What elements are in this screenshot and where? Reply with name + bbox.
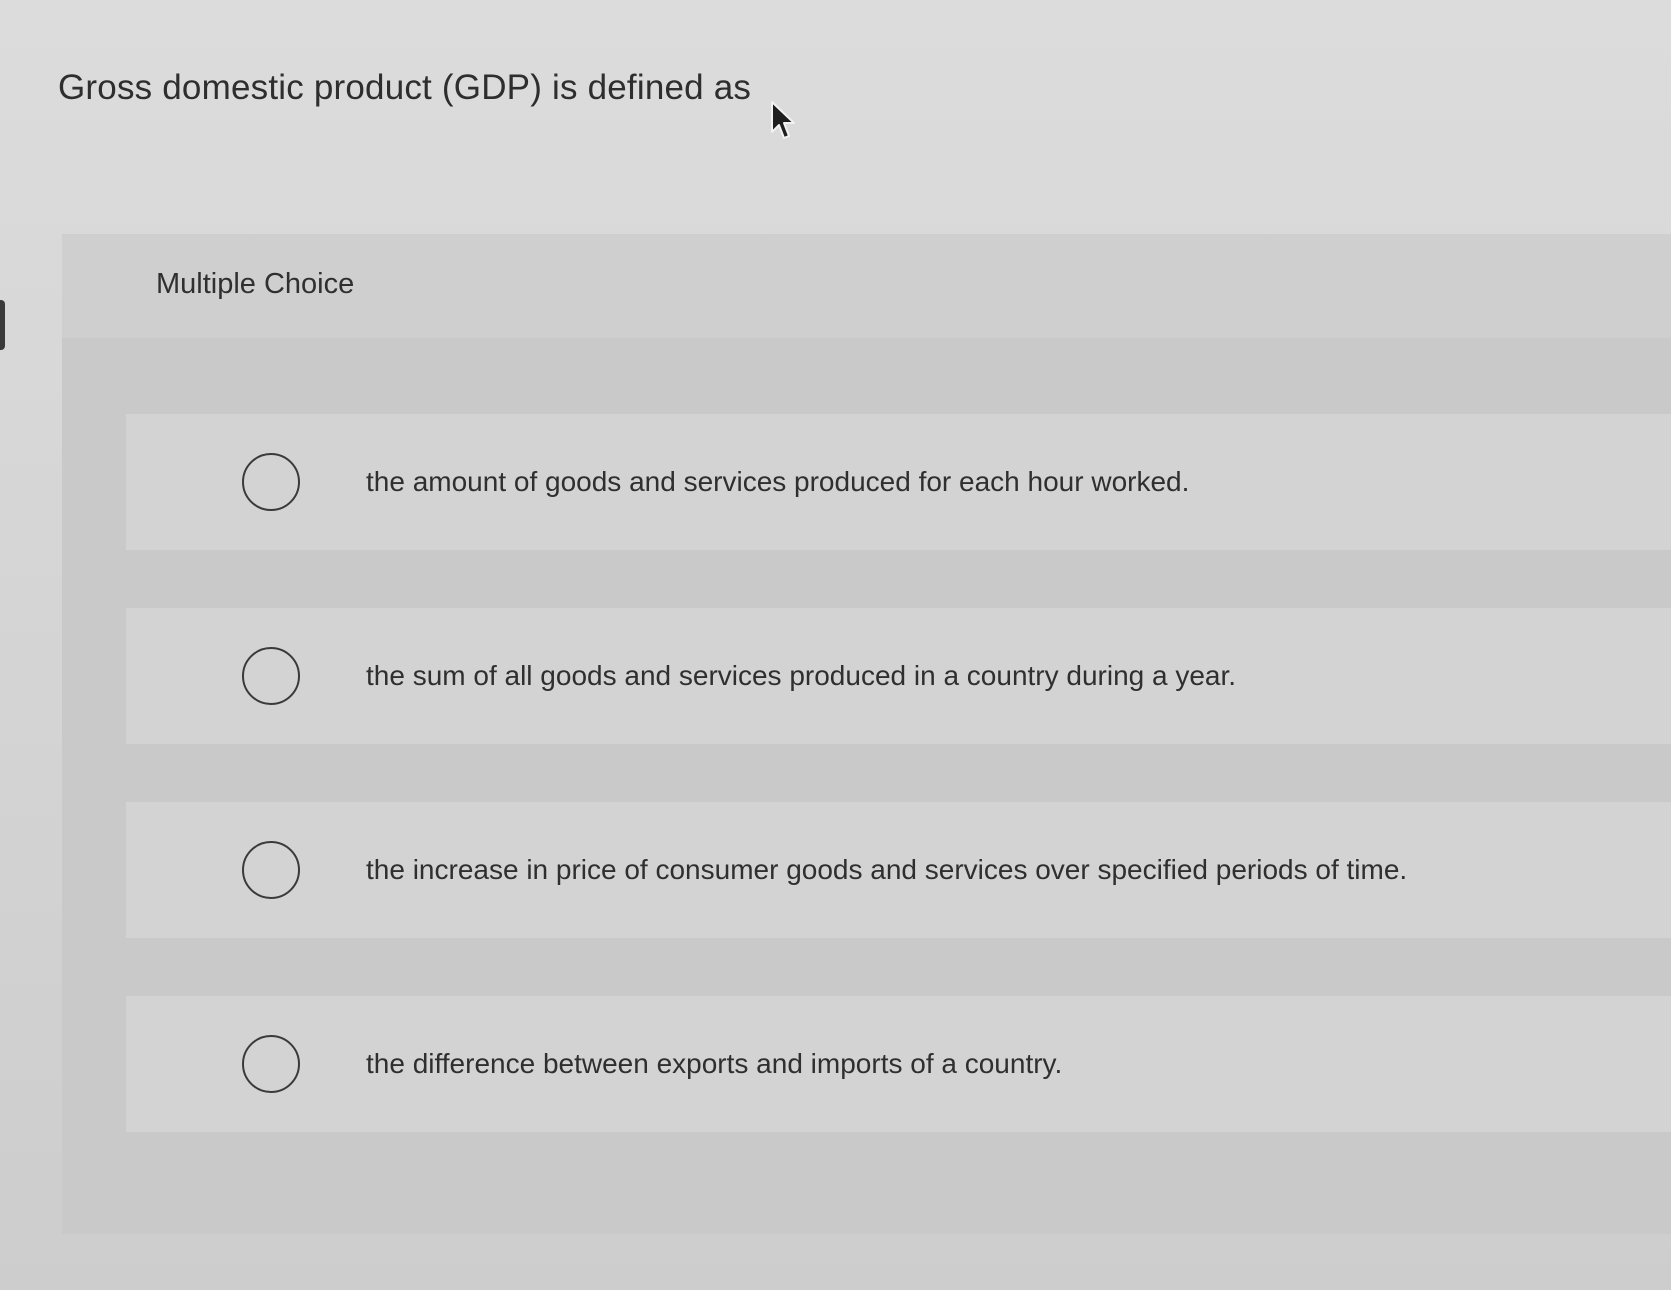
panel-header: Multiple Choice xyxy=(62,234,1671,338)
panel-title: Multiple Choice xyxy=(156,268,355,300)
multiple-choice-panel: Multiple Choice the amount of goods and … xyxy=(62,234,1671,1234)
answer-options: the amount of goods and services produce… xyxy=(126,414,1671,1190)
window-edge xyxy=(0,300,5,350)
answer-option-3[interactable]: the increase in price of consumer goods … xyxy=(126,802,1671,938)
radio-button-icon[interactable] xyxy=(242,1035,300,1093)
question-text: Gross domestic product (GDP) is defined … xyxy=(58,68,752,107)
answer-option-label[interactable]: the amount of goods and services produce… xyxy=(366,466,1189,498)
radio-button-icon[interactable] xyxy=(242,453,300,511)
answer-option-1[interactable]: the amount of goods and services produce… xyxy=(126,414,1671,550)
answer-option-4[interactable]: the difference between exports and impor… xyxy=(126,996,1671,1132)
answer-option-label[interactable]: the increase in price of consumer goods … xyxy=(366,854,1407,886)
mouse-pointer-icon xyxy=(771,101,795,139)
radio-button-icon[interactable] xyxy=(242,647,300,705)
answer-option-2[interactable]: the sum of all goods and services produc… xyxy=(126,608,1671,744)
answer-option-label[interactable]: the sum of all goods and services produc… xyxy=(366,660,1236,692)
radio-button-icon[interactable] xyxy=(242,841,300,899)
answer-option-label[interactable]: the difference between exports and impor… xyxy=(366,1048,1062,1080)
